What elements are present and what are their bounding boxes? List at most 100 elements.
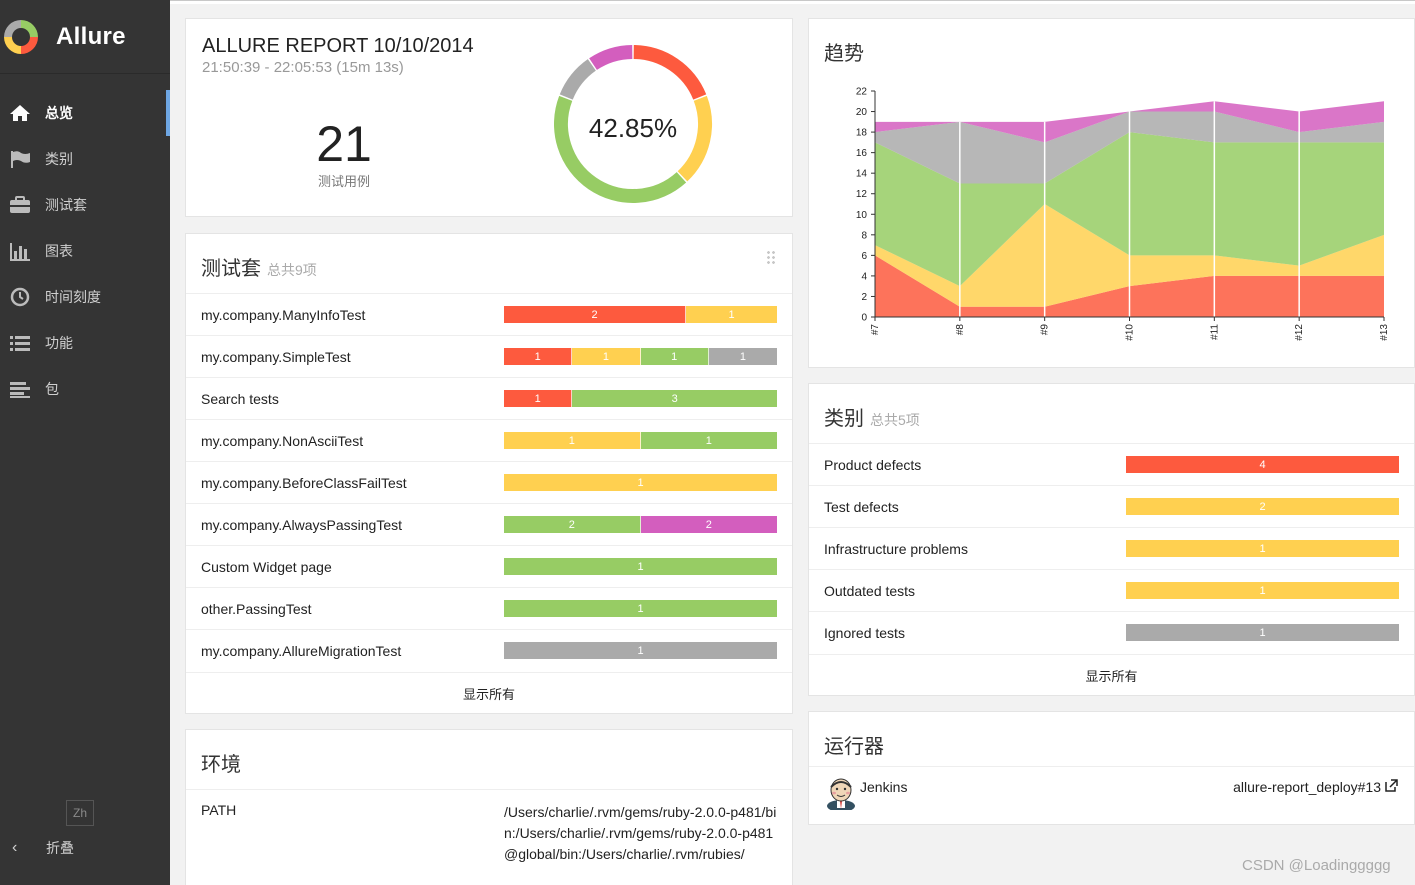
trend-x-tick-label[interactable]: #13 xyxy=(1379,324,1390,341)
category-row-label: Outdated tests xyxy=(824,582,916,599)
status-bar-segment[interactable]: 1 xyxy=(686,306,777,323)
status-bar: 22 xyxy=(504,516,777,533)
suite-row[interactable]: my.company.SimpleTest 1 1 1 1 xyxy=(186,335,792,377)
external-link-icon xyxy=(1385,779,1398,795)
sidebar-item-label: 包 xyxy=(45,381,59,397)
trend-y-tick-label: 22 xyxy=(856,87,868,98)
watermark: CSDN @Loadinggggg xyxy=(1242,857,1391,874)
status-bar-segment[interactable]: 1 xyxy=(504,600,777,617)
suite-row[interactable]: my.company.ManyInfoTest 2 1 xyxy=(186,293,792,335)
status-bar-segment[interactable]: 1 xyxy=(504,390,573,407)
sidebar-nav: 总览 类别 测试套 图表 时间刻度 功能 包 xyxy=(0,90,170,412)
status-bar: 1111 xyxy=(504,348,777,365)
category-row[interactable]: Product defects 4 xyxy=(809,443,1414,485)
donut-slice-unknown[interactable] xyxy=(589,45,633,71)
status-bar: 1 xyxy=(1126,624,1399,641)
suites-title-wrap: 测试套 总共9项 xyxy=(201,252,317,281)
status-bar-segment[interactable]: 1 xyxy=(640,348,709,365)
suite-row[interactable]: my.company.AllureMigrationTest 1 xyxy=(186,629,792,671)
status-bar-segment[interactable]: 1 xyxy=(640,432,777,449)
status-bar-segment[interactable]: 1 xyxy=(504,432,641,449)
category-row[interactable]: Test defects 2 xyxy=(809,485,1414,527)
categories-title: 类别 xyxy=(824,408,864,430)
trend-x-tick-label[interactable]: #10 xyxy=(1125,324,1136,341)
collapse-button[interactable]: ‹ 折叠 xyxy=(12,838,74,858)
sidebar-item-label: 时间刻度 xyxy=(45,289,101,305)
sidebar-item-behaviors[interactable]: 功能 xyxy=(0,320,170,366)
status-bar-segment[interactable]: 2 xyxy=(504,306,686,323)
status-bar-segment[interactable]: 1 xyxy=(1126,624,1399,641)
allure-logo xyxy=(4,19,38,54)
suite-row[interactable]: my.company.BeforeClassFailTest 1 xyxy=(186,461,792,503)
sidebar-item-suites[interactable]: 测试套 xyxy=(0,182,170,228)
trend-x-tick-label[interactable]: #12 xyxy=(1294,324,1305,341)
category-row[interactable]: Outdated tests 1 xyxy=(809,569,1414,611)
sidebar-item-timeline[interactable]: 时间刻度 xyxy=(0,274,170,320)
status-bar-segment[interactable]: 4 xyxy=(1126,456,1399,473)
trend-x-tick-label[interactable]: #7 xyxy=(870,324,881,336)
status-bar-segment[interactable]: 1 xyxy=(1126,540,1399,557)
bar-chart-icon xyxy=(8,241,32,261)
donut-slice-skipped[interactable] xyxy=(559,59,597,100)
success-rate: 42.85% xyxy=(588,113,678,143)
status-bar-segment[interactable]: 1 xyxy=(572,348,641,365)
language-switch[interactable]: Zh xyxy=(66,800,94,826)
status-bar-segment[interactable]: 2 xyxy=(504,516,641,533)
report-title: ALLURE REPORT 10/10/2014 xyxy=(202,35,474,57)
chevron-left-icon: ‹ xyxy=(12,839,18,856)
trend-y-tick-label: 14 xyxy=(856,169,868,180)
suite-row-label: my.company.AllureMigrationTest xyxy=(201,642,402,659)
status-bar: 2 xyxy=(1126,498,1399,515)
status-bar-segment[interactable]: 1 xyxy=(504,558,777,575)
trend-x-tick-label[interactable]: #11 xyxy=(1209,324,1220,340)
suite-row[interactable]: Search tests 1 3 xyxy=(186,377,792,419)
categories-show-all-link[interactable]: 显示所有 xyxy=(809,654,1414,696)
status-bar-segment[interactable]: 1 xyxy=(504,474,777,491)
status-bar-segment[interactable]: 2 xyxy=(640,516,777,533)
suite-row-label: my.company.NonAsciiTest xyxy=(201,432,364,449)
sidebar-item-graphs[interactable]: 图表 xyxy=(0,228,170,274)
trend-y-tick-label: 10 xyxy=(856,210,868,221)
status-bar-segment[interactable]: 3 xyxy=(572,390,777,407)
status-bar-segment[interactable]: 1 xyxy=(504,348,573,365)
status-bar-segment[interactable]: 1 xyxy=(1126,582,1399,599)
briefcase-icon xyxy=(8,195,32,215)
trend-x-tick-label[interactable]: #9 xyxy=(1040,324,1051,336)
suite-row[interactable]: my.company.NonAsciiTest 1 1 xyxy=(186,419,792,461)
suite-row[interactable]: other.PassingTest 1 xyxy=(186,587,792,629)
donut-slice-failed[interactable] xyxy=(633,45,707,100)
executor-row[interactable]: Jenkins allure-report_deploy#13 xyxy=(809,766,1414,818)
suite-row[interactable]: Custom Widget page 1 xyxy=(186,545,792,587)
status-bar: 4 xyxy=(1126,456,1399,473)
trend-y-tick-label: 12 xyxy=(856,189,868,200)
status-bar: 1 xyxy=(504,558,777,575)
trend-y-tick-label: 20 xyxy=(856,107,868,118)
flag-icon xyxy=(8,149,32,169)
category-row-label: Infrastructure problems xyxy=(824,540,968,557)
executor-build-label: allure-report_deploy#13 xyxy=(1233,779,1381,795)
trend-x-tick-label[interactable]: #8 xyxy=(955,324,966,336)
sidebar-item-label: 图表 xyxy=(45,243,73,259)
sidebar-item-label: 总览 xyxy=(45,105,73,121)
category-row-label: Test defects xyxy=(824,498,899,515)
executor-name: Jenkins xyxy=(860,779,908,795)
category-row[interactable]: Infrastructure problems 1 xyxy=(809,527,1414,569)
sidebar-item-overview[interactable]: 总览 xyxy=(0,90,170,136)
trend-y-tick-label: 6 xyxy=(861,251,867,262)
trend-chart[interactable]: 0 2 4 6 8 10 12 14 16 18 20 22 #7 #8 #9 #10 #11 #12 #13 xyxy=(809,19,1415,369)
suites-show-all-link[interactable]: 显示所有 xyxy=(186,672,792,714)
suite-row[interactable]: my.company.AlwaysPassingTest 2 2 xyxy=(186,503,792,545)
drag-handle-icon[interactable] xyxy=(766,250,776,264)
category-row-label: Ignored tests xyxy=(824,624,905,641)
brand[interactable]: Allure xyxy=(0,0,170,74)
status-bar-segment[interactable]: 1 xyxy=(708,348,777,365)
category-row[interactable]: Ignored tests 1 xyxy=(809,611,1414,653)
executors-widget: 运行器 Jenkins allure-report_deploy#13 xyxy=(808,711,1415,825)
status-bar: 1 xyxy=(504,474,777,491)
status-bar-segment[interactable]: 2 xyxy=(1126,498,1399,515)
executor-build-link[interactable]: allure-report_deploy#13 xyxy=(1233,779,1398,795)
home-icon xyxy=(8,103,32,123)
sidebar-item-categories[interactable]: 类别 xyxy=(0,136,170,182)
status-bar-segment[interactable]: 1 xyxy=(504,642,777,659)
sidebar-item-packages[interactable]: 包 xyxy=(0,366,170,412)
